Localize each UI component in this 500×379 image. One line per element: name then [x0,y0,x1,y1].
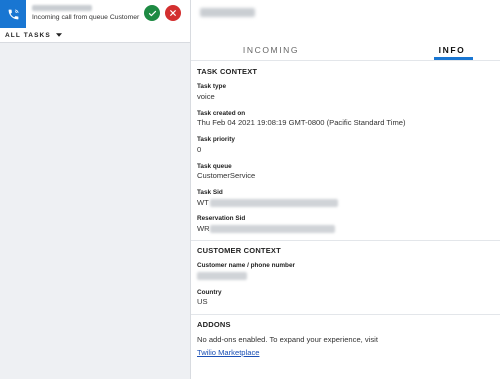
addons-text: No add-ons enabled. To expand your exper… [197,335,378,344]
reservation-sid-redacted [210,225,335,233]
close-icon [170,10,176,16]
check-icon [148,10,156,16]
task-sid-redacted [210,199,338,207]
task-detail-panel: INCOMING INFO TASK CONTEXT Task type voi… [191,0,500,379]
task-created-label: Task created on [197,110,246,117]
task-context-title: TASK CONTEXT [197,67,258,76]
section-divider [191,240,500,241]
country-label: Country [197,289,222,296]
incoming-call-subtitle: Incoming call from queue Customer Se [32,14,140,21]
caller-number-redacted [32,5,92,11]
task-tabs: INCOMING INFO [191,40,500,61]
task-sid-value: WT [197,198,209,207]
task-priority-value: 0 [197,145,202,154]
incoming-call-card[interactable]: Incoming call from queue Customer Se [0,0,190,29]
reservation-sid-label: Reservation Sid [197,215,246,222]
all-tasks-label: ALL TASKS [5,31,51,39]
reject-call-button[interactable] [165,5,181,21]
task-type-label: Task type [197,83,227,90]
task-priority-label: Task priority [197,136,235,143]
task-queue-value: CustomerService [197,171,256,180]
customer-context-title: CUSTOMER CONTEXT [197,246,281,255]
tab-incoming[interactable]: INCOMING [231,40,311,60]
accept-call-button[interactable] [144,5,160,21]
task-created-value: Thu Feb 04 2021 19:08:19 GMT-0800 (Pacif… [197,118,406,127]
customer-name-label: Customer name / phone number [197,262,296,269]
task-queue-label: Task queue [197,163,232,170]
phone-ringing-icon [8,8,19,19]
customer-header-redacted [200,8,255,17]
section-divider [191,314,500,315]
task-type-value: voice [197,92,215,101]
caret-down-icon [55,33,62,37]
call-status-strip [0,0,26,28]
addons-title: ADDONS [197,320,231,329]
active-tab-indicator [434,57,473,60]
all-tasks-filter[interactable]: ALL TASKS [0,28,190,43]
task-sid-label: Task Sid [197,189,223,196]
customer-name-redacted [197,272,247,280]
reservation-sid-value: WR [197,224,210,233]
country-value: US [197,297,208,306]
twilio-marketplace-link[interactable]: Twilio Marketplace [197,348,259,357]
task-list-panel: Incoming call from queue Customer Se ALL… [0,0,191,379]
